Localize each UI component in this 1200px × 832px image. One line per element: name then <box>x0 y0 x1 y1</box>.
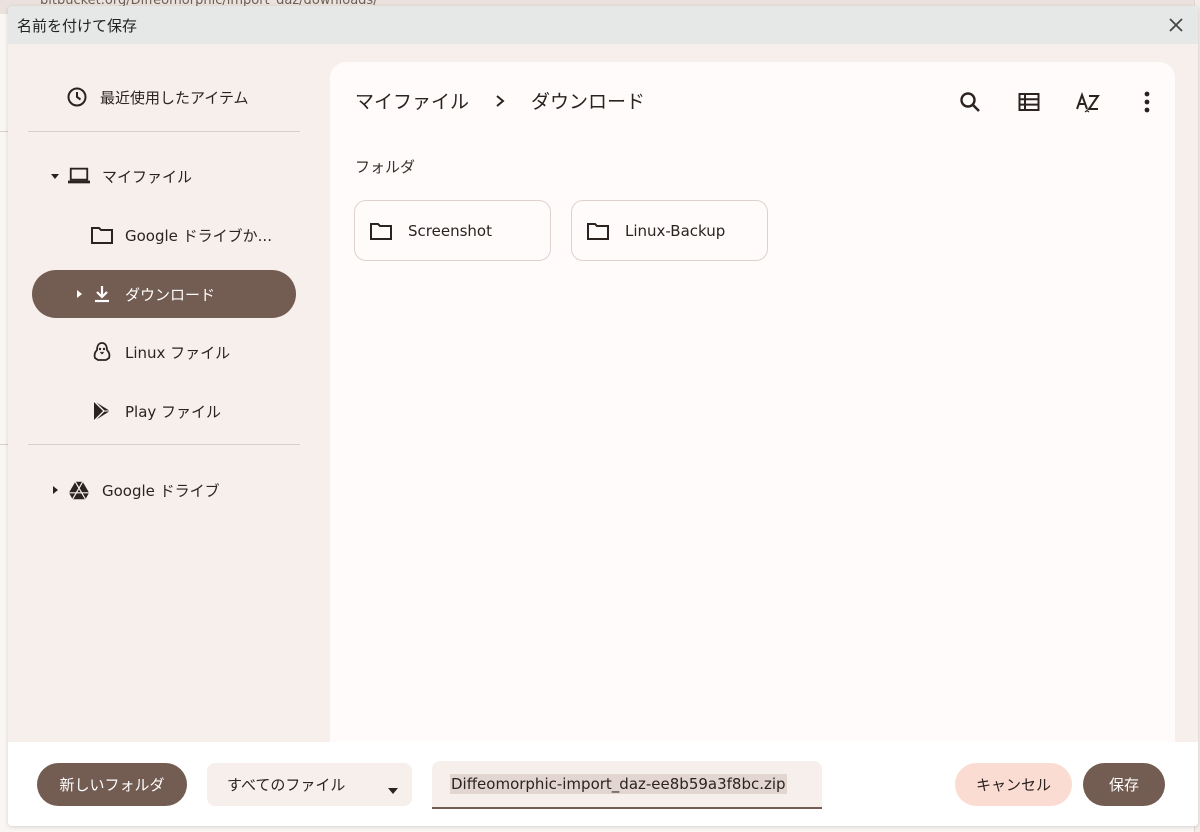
sidebar-item-label: Linux ファイル <box>125 343 231 362</box>
chevron-down-icon[interactable] <box>48 169 62 183</box>
sidebar-item-label: ダウンロード <box>125 285 216 304</box>
filename-field[interactable]: Diffeomorphic-import_daz-ee8b59a3f8bc.zi… <box>432 761 822 809</box>
file-type-selected: すべてのファイル <box>227 776 346 794</box>
breadcrumb-downloads[interactable]: ダウンロード <box>531 87 645 114</box>
laptop-icon <box>68 165 90 187</box>
chevron-right-icon <box>495 94 505 108</box>
sidebar-item-downloads[interactable]: ダウンロード <box>32 270 296 318</box>
sidebar-item-google-drive[interactable]: Google ドライブ <box>48 466 308 514</box>
clock-icon <box>66 86 88 108</box>
breadcrumb-my-files[interactable]: マイファイル <box>355 87 469 114</box>
sidebar-item-label: Play ファイル <box>125 402 222 421</box>
sort-az-icon[interactable] <box>1068 82 1108 122</box>
toolbar <box>931 82 1167 122</box>
sidebar-divider <box>28 131 300 132</box>
folder-name: Screenshot <box>408 221 492 240</box>
folder-card[interactable]: Linux-Backup <box>571 200 768 261</box>
search-icon[interactable] <box>950 82 990 122</box>
sidebar-item-label: Google ドライブか... <box>125 226 272 245</box>
google-drive-icon <box>68 479 90 501</box>
cancel-button[interactable]: キャンセル <box>955 763 1072 806</box>
folder-icon <box>587 220 609 242</box>
sidebar-item-label: 最近使用したアイテム <box>100 88 249 107</box>
sidebar: 最近使用したアイテム マイファイル Google ドライブか... ダウンロード… <box>8 44 330 742</box>
sidebar-item-my-files[interactable]: マイファイル <box>48 152 308 200</box>
download-icon <box>91 283 113 305</box>
file-list-panel: マイファイル ダウンロード フォルダ Screenshot Linux-Back… <box>330 62 1175 742</box>
more-vert-icon[interactable] <box>1127 82 1167 122</box>
folder-name: Linux-Backup <box>625 221 726 240</box>
chevron-right-icon[interactable] <box>72 287 86 301</box>
save-button[interactable]: 保存 <box>1083 763 1165 806</box>
filename-input[interactable]: Diffeomorphic-import_daz-ee8b59a3f8bc.zi… <box>450 774 787 794</box>
chevron-down-icon <box>388 780 398 799</box>
new-folder-button[interactable]: 新しいフォルダ <box>37 763 187 806</box>
dialog-footer: 新しいフォルダ すべてのファイル Diffeomorphic-import_da… <box>8 742 1198 826</box>
chevron-right-icon[interactable] <box>48 483 62 497</box>
background-divider <box>0 131 8 132</box>
folder-card[interactable]: Screenshot <box>354 200 551 261</box>
file-type-select[interactable]: すべてのファイル <box>207 763 412 806</box>
folder-icon <box>370 220 392 242</box>
dialog-title: 名前を付けて保存 <box>17 16 138 35</box>
play-store-icon <box>91 400 113 422</box>
sidebar-item-google-drive-shortcut[interactable]: Google ドライブか... <box>91 211 301 259</box>
background-divider <box>0 444 8 445</box>
save-as-dialog: 名前を付けて保存 最近使用したアイテム マイファイル Google ドライブか.… <box>8 6 1198 826</box>
sidebar-item-label: マイファイル <box>102 167 193 186</box>
breadcrumb: マイファイル ダウンロード <box>355 87 645 114</box>
sidebar-divider <box>28 444 300 445</box>
sidebar-item-linux-files[interactable]: Linux ファイル <box>91 328 301 376</box>
penguin-icon <box>91 341 113 363</box>
section-title-folders: フォルダ <box>355 158 416 176</box>
folder-icon <box>91 224 113 246</box>
dialog-titlebar: 名前を付けて保存 <box>8 6 1198 44</box>
sidebar-item-label: Google ドライブ <box>102 481 220 500</box>
close-icon[interactable] <box>1166 15 1186 35</box>
list-view-icon[interactable] <box>1009 82 1049 122</box>
sidebar-item-recent[interactable]: 最近使用したアイテム <box>66 73 316 121</box>
sidebar-item-play-files[interactable]: Play ファイル <box>91 387 301 435</box>
